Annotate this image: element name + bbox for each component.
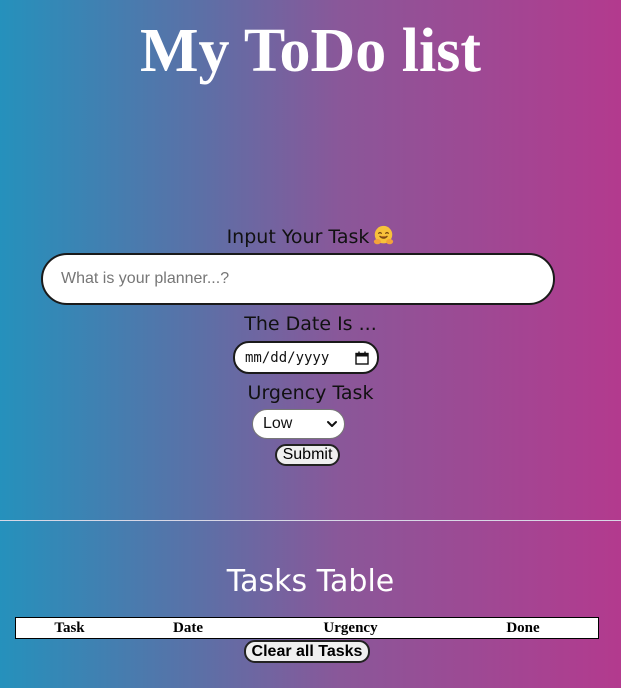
tasks-table-header-row: Task Date Urgency Done <box>16 618 598 638</box>
task-input[interactable] <box>41 253 555 305</box>
urgency-selected-value: Low <box>263 415 293 432</box>
submit-button[interactable]: Submit <box>275 444 340 466</box>
date-input[interactable]: mm/dd/yyyy <box>233 341 379 374</box>
urgency-label: Urgency Task <box>247 382 374 404</box>
smiling-face-with-open-hands-icon <box>374 225 394 245</box>
task-label-text: Input Your Task <box>226 226 370 248</box>
date-value: mm/dd/yyyy <box>245 349 330 366</box>
column-header-urgency: Urgency <box>323 620 378 636</box>
urgency-select[interactable]: Low <box>252 409 345 439</box>
task-label: Input Your Task <box>0 225 621 249</box>
column-header-done: Done <box>506 620 540 636</box>
column-header-date: Date <box>173 620 203 636</box>
date-label: The Date Is ... <box>244 313 377 335</box>
column-header-task: Task <box>54 620 85 636</box>
calendar-icon[interactable] <box>355 351 369 365</box>
section-divider <box>0 520 621 521</box>
chevron-down-icon <box>327 421 337 427</box>
clear-all-tasks-button[interactable]: Clear all Tasks <box>244 640 370 663</box>
tasks-table: Task Date Urgency Done <box>15 617 599 639</box>
tasks-table-title: Tasks Table <box>226 564 395 599</box>
page-title: My ToDo list <box>139 17 482 85</box>
